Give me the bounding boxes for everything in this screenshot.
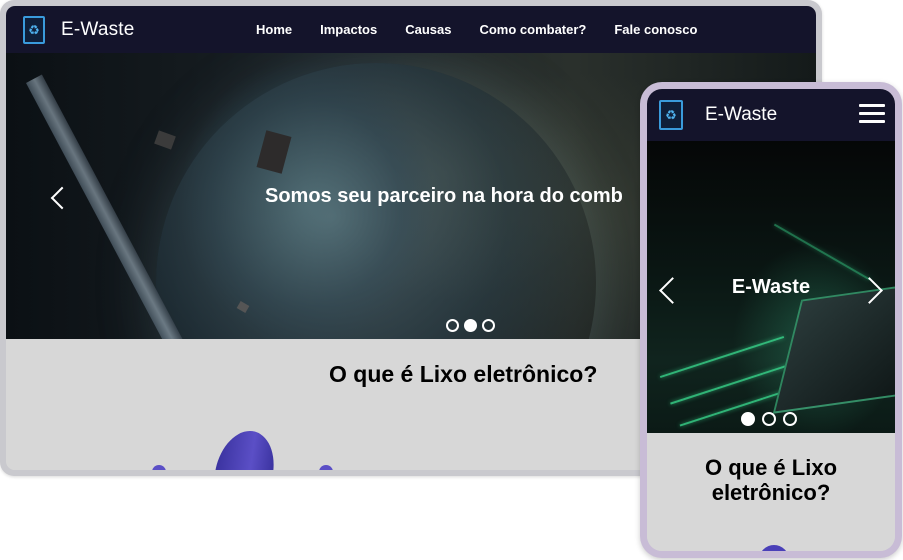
recycle-icon[interactable]: ♻ <box>23 15 45 44</box>
carousel-dot-1[interactable] <box>446 319 459 332</box>
recycle-icon[interactable]: ♻ <box>659 100 683 130</box>
nav-link-impactos[interactable]: Impactos <box>320 22 377 37</box>
nav-link-como-combater[interactable]: Como combater? <box>479 22 586 37</box>
chevron-left-icon[interactable] <box>50 186 74 210</box>
carousel-indicators <box>446 319 500 332</box>
mobile-hero-carousel: E-Waste <box>647 141 895 433</box>
illustration-shape <box>211 431 279 470</box>
desktop-navbar: ♻ E-Waste Home Impactos Causas Como comb… <box>6 6 816 53</box>
section-heading: O que é Lixo eletrônico? <box>329 361 598 387</box>
illustration-shape <box>759 545 789 551</box>
carousel-dot-1[interactable] <box>741 412 755 426</box>
nav-link-fale-conosco[interactable]: Fale conosco <box>614 22 697 37</box>
nav-link-home[interactable]: Home <box>256 22 292 37</box>
section-heading: O que é Lixo eletrônico? <box>704 455 838 505</box>
nav-link-causas[interactable]: Causas <box>405 22 451 37</box>
mobile-navbar: ♻ E-Waste <box>647 89 895 141</box>
desktop-nav-menu: Home Impactos Causas Como combater? Fale… <box>256 6 725 53</box>
carousel-dot-3[interactable] <box>783 412 797 426</box>
illustration-shape <box>319 465 333 470</box>
carousel-dot-3[interactable] <box>482 319 495 332</box>
mobile-mockup: ♻ E-Waste E-Waste O que é Lixo eletrônic <box>640 82 902 558</box>
mobile-screen: ♻ E-Waste E-Waste O que é Lixo eletrônic <box>647 89 895 551</box>
hamburger-menu-icon[interactable] <box>859 104 885 124</box>
circuit-trace <box>773 223 871 281</box>
hero-caption: Somos seu parceiro na hora do comb <box>265 185 623 207</box>
mobile-section-about: O que é Lixo eletrônico? <box>647 433 895 551</box>
brand-name[interactable]: E-Waste <box>705 104 777 126</box>
circuit-chip-image <box>772 282 895 414</box>
carousel-dot-2[interactable] <box>464 319 477 332</box>
illustration-shape <box>152 465 166 470</box>
debris-image <box>154 130 176 150</box>
carousel-dot-2[interactable] <box>762 412 776 426</box>
carousel-indicators <box>741 412 804 426</box>
brand-name[interactable]: E-Waste <box>61 19 135 41</box>
